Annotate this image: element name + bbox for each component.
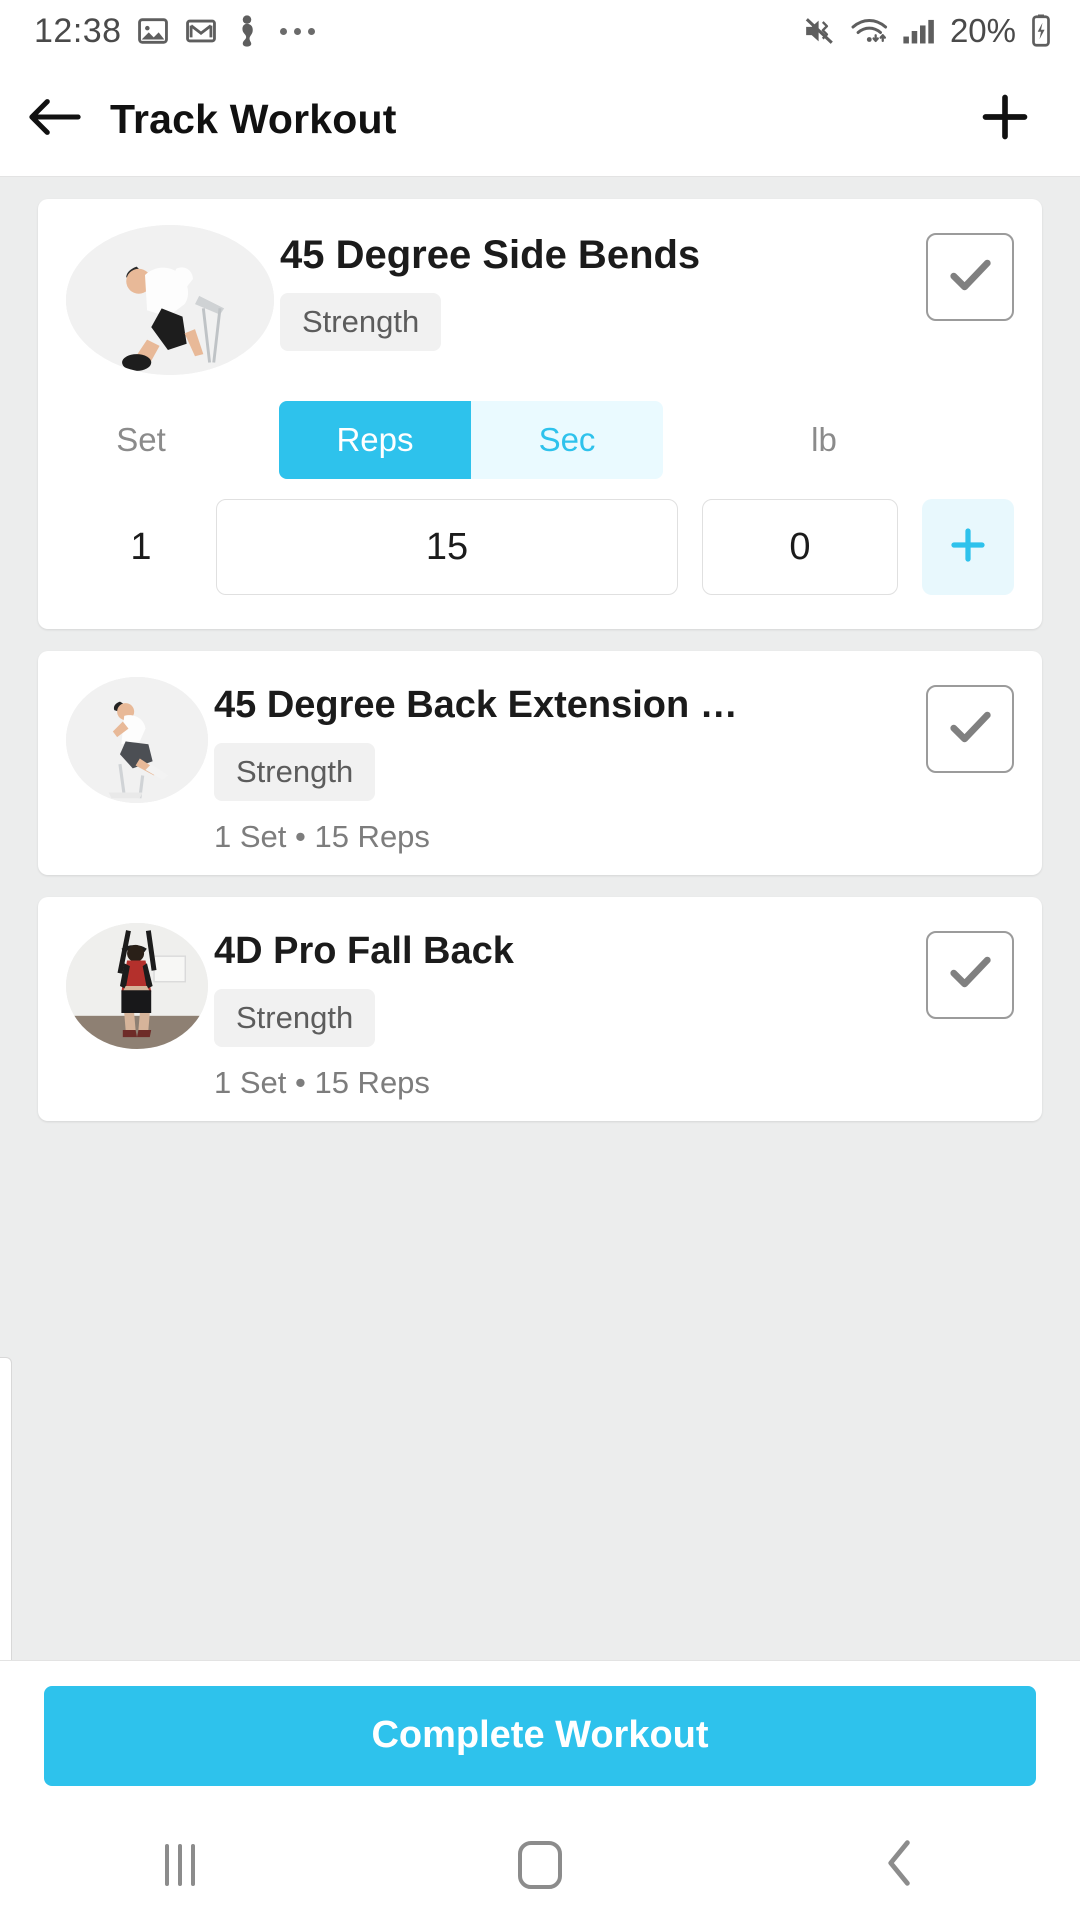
chevron-left-icon — [883, 1839, 917, 1892]
exercise-summary: 1 Set • 15 Reps — [214, 818, 430, 854]
gmail-icon — [184, 14, 218, 48]
exercise-complete-checkbox[interactable] — [926, 685, 1014, 773]
cellular-signal-icon — [902, 14, 938, 48]
nav-recents-button[interactable] — [0, 1844, 360, 1886]
exercise-info: 45 Degree Side Bends Strength — [280, 225, 916, 351]
person-run-icon — [232, 14, 262, 48]
set-index: 1 — [130, 525, 152, 568]
add-set-button[interactable] — [922, 499, 1014, 595]
exercise-card-header[interactable]: 45 Degree Back Extension … Strength 1 Se… — [38, 651, 1042, 875]
plus-icon — [979, 91, 1031, 148]
scroll-edge-indicator — [0, 1357, 12, 1660]
nav-home-button[interactable] — [360, 1841, 720, 1889]
bottom-action-bar: Complete Workout — [0, 1660, 1080, 1810]
exercise-list[interactable]: 45 Degree Side Bends Strength Set Reps S… — [0, 177, 1080, 1660]
check-icon — [944, 701, 996, 758]
complete-workout-button[interactable]: Complete Workout — [44, 1685, 1036, 1786]
status-bar-left: 12:38 — [34, 12, 315, 51]
page-title: Track Workout — [110, 95, 397, 142]
battery-percent: 20% — [949, 12, 1016, 49]
mute-vibrate-icon — [802, 14, 838, 48]
battery-charging-icon — [1028, 13, 1054, 49]
nav-back-button[interactable] — [720, 1839, 1080, 1892]
exercise-card[interactable]: 45 Degree Back Extension … Strength 1 Se… — [38, 651, 1042, 875]
exercise-card[interactable]: 45 Degree Side Bends Strength Set Reps S… — [38, 199, 1042, 629]
status-bar-right: 20% — [802, 12, 1054, 50]
exercise-thumbnail — [66, 677, 208, 803]
check-icon — [944, 946, 996, 1003]
exercise-name: 4D Pro Fall Back — [214, 930, 514, 972]
exercise-complete-checkbox[interactable] — [926, 233, 1014, 321]
exercise-info: 45 Degree Back Extension … Strength 1 Se… — [214, 677, 916, 855]
weight-unit-label: lb — [811, 421, 837, 458]
recents-icon — [165, 1844, 195, 1886]
weight-input[interactable]: 0 — [702, 499, 898, 595]
exercise-info: 4D Pro Fall Back Strength 1 Set • 15 Rep… — [214, 923, 916, 1101]
exercise-category-tag: Strength — [280, 293, 442, 351]
wifi-icon — [850, 14, 890, 48]
app-bar: Track Workout — [0, 62, 1080, 177]
reps-sec-toggle[interactable]: Reps Sec — [216, 401, 726, 479]
add-exercise-button[interactable] — [970, 84, 1040, 154]
exercise-summary: 1 Set • 15 Reps — [214, 1064, 430, 1100]
exercise-name: 45 Degree Back Extension … — [214, 685, 738, 726]
toggle-reps-option[interactable]: Reps — [279, 401, 471, 479]
exercise-card[interactable]: 4D Pro Fall Back Strength 1 Set • 15 Rep… — [38, 896, 1042, 1121]
exercise-category-tag: Strength — [214, 988, 376, 1047]
exercise-name: 45 Degree Side Bends — [280, 233, 701, 277]
status-time: 12:38 — [34, 11, 122, 50]
more-dots-icon — [279, 27, 315, 35]
arrow-left-icon — [28, 95, 82, 144]
image-icon — [136, 14, 170, 48]
status-bar: 12:38 20% — [0, 0, 1080, 62]
home-icon — [518, 1841, 562, 1889]
exercise-complete-checkbox[interactable] — [926, 930, 1014, 1019]
exercise-thumbnail — [66, 922, 208, 1049]
system-navigation-bar — [0, 1810, 1080, 1920]
phone-screen: 12:38 20% Track Workout 45 Degree Side B… — [0, 0, 1080, 1920]
plus-icon — [947, 524, 989, 571]
set-row[interactable]: 1 15 0 — [38, 479, 1042, 629]
set-table-header: Set Reps Sec lb — [38, 395, 1042, 479]
check-icon — [944, 249, 996, 306]
set-column-label: Set — [116, 421, 166, 458]
exercise-category-tag: Strength — [214, 742, 376, 801]
exercise-card-header[interactable]: 45 Degree Side Bends Strength — [38, 199, 1042, 395]
back-button[interactable] — [0, 95, 110, 144]
reps-input[interactable]: 15 — [216, 499, 678, 595]
toggle-sec-option[interactable]: Sec — [471, 401, 663, 479]
exercise-card-header[interactable]: 4D Pro Fall Back Strength 1 Set • 15 Rep… — [38, 897, 1042, 1121]
exercise-thumbnail — [66, 225, 274, 375]
